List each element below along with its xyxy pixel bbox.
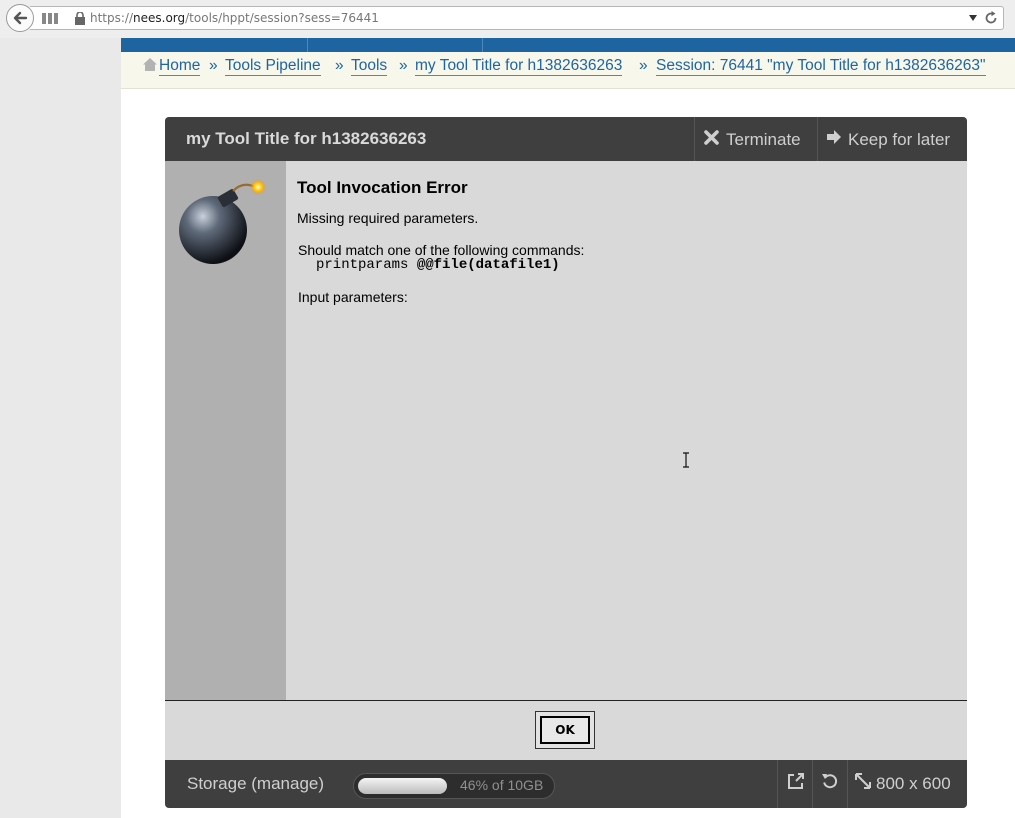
url-text[interactable]: https://nees.org/tools/hppt/session?sess… bbox=[90, 11, 379, 25]
breadcrumb: Home » Tools Pipeline » Tools » my Tool … bbox=[121, 52, 1015, 89]
reload-icon[interactable] bbox=[983, 10, 999, 26]
window-size-label: 800 x 600 bbox=[876, 774, 951, 793]
dialog-divider bbox=[165, 700, 967, 701]
tool-header: my Tool Title for h1382636263 Terminate … bbox=[165, 117, 967, 161]
error-title: Tool Invocation Error bbox=[297, 178, 468, 197]
breadcrumb-tools[interactable]: Tools bbox=[351, 57, 388, 76]
close-icon bbox=[704, 130, 719, 145]
refresh-icon bbox=[822, 774, 838, 789]
storage-meter: 46% of 10GB bbox=[353, 773, 555, 799]
terminate-label: Terminate bbox=[726, 130, 801, 149]
breadcrumb-separator: » bbox=[399, 57, 408, 74]
dialog-sidebar bbox=[165, 161, 286, 701]
url-path: /tools/hppt/session?sess=76441 bbox=[185, 11, 379, 25]
browser-toolbar: https://nees.org/tools/hppt/session?sess… bbox=[0, 0, 1015, 39]
error-dialog-content: Tool Invocation Error Missing required p… bbox=[286, 161, 967, 701]
command-name: printparams bbox=[316, 257, 409, 273]
arrow-right-icon bbox=[827, 130, 841, 144]
storage-manage-link[interactable]: Storage (manage) bbox=[187, 774, 324, 794]
keep-for-later-button[interactable]: Keep for later bbox=[817, 117, 967, 161]
breadcrumb-tools-pipeline[interactable]: Tools Pipeline bbox=[225, 57, 321, 76]
input-parameters-label: Input parameters: bbox=[298, 289, 408, 305]
breadcrumb-tool-title[interactable]: my Tool Title for h1382636263 bbox=[415, 57, 623, 76]
url-prefix: https:// bbox=[90, 11, 134, 25]
keep-for-later-label: Keep for later bbox=[848, 130, 951, 149]
ok-button-frame: OK bbox=[535, 711, 595, 749]
home-icon bbox=[143, 58, 157, 71]
nav-separator bbox=[482, 38, 483, 52]
breadcrumb-separator: » bbox=[639, 57, 648, 74]
error-message: Missing required parameters. bbox=[297, 210, 479, 226]
resize-icon bbox=[855, 773, 871, 789]
apps-icon[interactable] bbox=[42, 13, 58, 24]
breadcrumb-home[interactable]: Home bbox=[159, 57, 201, 76]
breadcrumb-session[interactable]: Session: 76441 "my Tool Title for h13826… bbox=[656, 57, 986, 76]
top-navigation-bar bbox=[121, 38, 1015, 52]
url-host: nees.org bbox=[133, 11, 186, 25]
dropdown-icon[interactable] bbox=[969, 15, 977, 21]
breadcrumb-separator: » bbox=[335, 57, 344, 74]
lock-icon bbox=[75, 12, 85, 25]
text-cursor-icon bbox=[683, 452, 689, 468]
refresh-button[interactable] bbox=[812, 760, 847, 808]
tool-session-window: my Tool Title for h1382636263 Terminate … bbox=[165, 117, 967, 808]
tool-footer: Storage (manage) 46% of 10GB 800 x 600 bbox=[165, 760, 967, 808]
popout-button[interactable] bbox=[777, 760, 813, 808]
url-field[interactable]: https://nees.org/tools/hppt/session?sess… bbox=[30, 6, 1004, 30]
storage-usage-text: 46% of 10GB bbox=[460, 777, 544, 793]
should-match-text: Should match one of the following comman… bbox=[298, 242, 585, 258]
command-args: @@file(datafile1) bbox=[416, 257, 560, 273]
back-button[interactable] bbox=[6, 4, 34, 32]
bomb-icon bbox=[179, 179, 266, 264]
nav-separator bbox=[307, 38, 308, 52]
breadcrumb-separator: » bbox=[209, 57, 218, 74]
storage-meter-fill bbox=[358, 778, 447, 794]
ok-button[interactable]: OK bbox=[540, 716, 590, 744]
popout-icon bbox=[788, 773, 804, 789]
back-arrow-icon bbox=[13, 11, 28, 25]
tool-title: my Tool Title for h1382636263 bbox=[186, 129, 427, 148]
page-left-gutter bbox=[0, 38, 121, 818]
command-syntax: printparams @@file(datafile1) bbox=[316, 257, 560, 273]
terminate-button[interactable]: Terminate bbox=[694, 117, 819, 161]
